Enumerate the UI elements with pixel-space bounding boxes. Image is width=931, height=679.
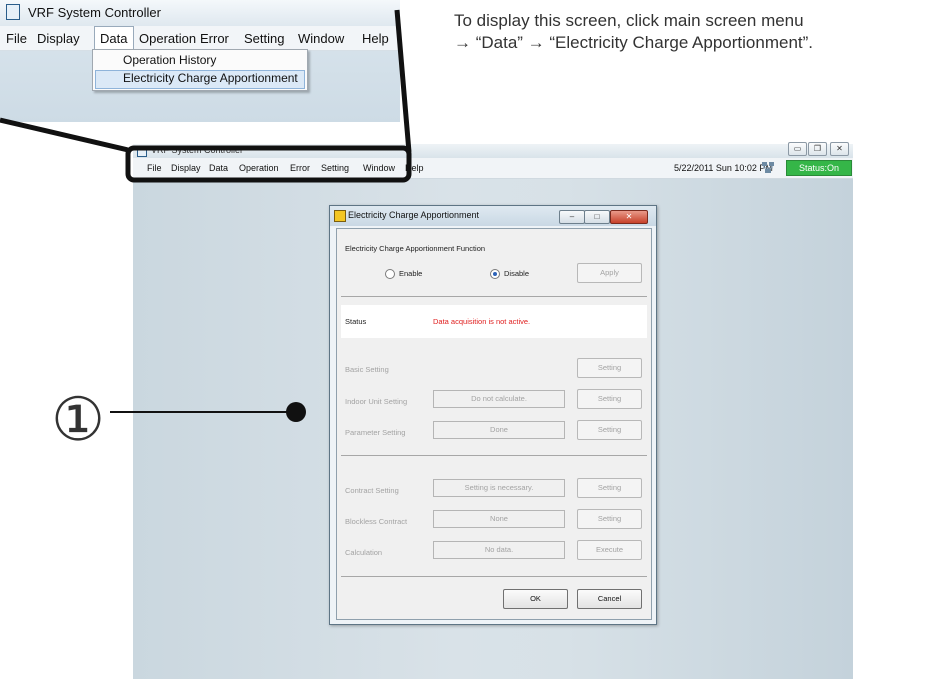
callout-number: ① — [51, 386, 105, 453]
callout-lines — [0, 9, 412, 422]
